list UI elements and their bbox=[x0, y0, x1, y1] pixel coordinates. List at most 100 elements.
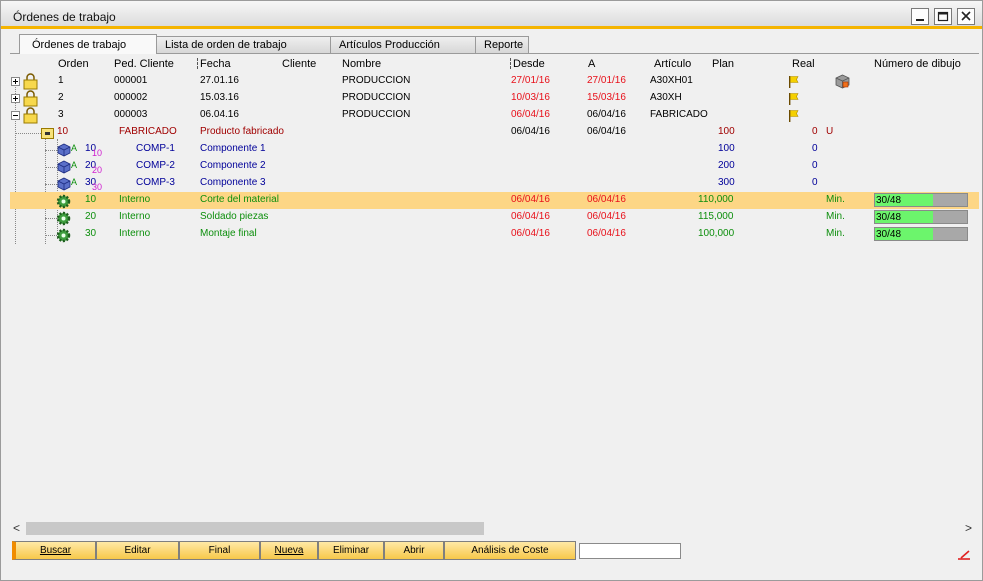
cell-plan: 100 bbox=[718, 126, 735, 137]
tab-strip: Órdenes de trabajo Lista de orden de tra… bbox=[19, 34, 979, 54]
cell-code: COMP-3 bbox=[136, 177, 175, 188]
box-icon bbox=[835, 74, 850, 89]
cell-desde: 06/04/16 bbox=[511, 194, 550, 205]
buscar-button[interactable]: Buscar bbox=[12, 541, 96, 560]
tab-articulos-produccion[interactable]: Artículos Producción bbox=[330, 36, 476, 53]
cell-sub: 20 bbox=[92, 165, 103, 175]
cell-orden: 1 bbox=[58, 75, 64, 86]
cell-real: 0 bbox=[812, 177, 818, 188]
editar-button[interactable]: Editar bbox=[96, 541, 179, 560]
table-row-operation[interactable]: 10 Interno Corte del material 06/04/16 0… bbox=[10, 192, 979, 209]
cell-articulo: A30XH bbox=[650, 92, 682, 103]
abrir-button[interactable]: Abrir bbox=[384, 541, 444, 560]
horizontal-scrollbar[interactable]: < > bbox=[10, 520, 979, 537]
table-row-component[interactable]: A 20 20 COMP-2 Componente 2 200 0 bbox=[10, 158, 979, 175]
table-row-component[interactable]: A 10 10 COMP-1 Componente 1 100 0 bbox=[10, 141, 979, 158]
eliminar-button[interactable]: Eliminar bbox=[318, 541, 384, 560]
flag-icon bbox=[789, 93, 799, 105]
close-icon bbox=[961, 11, 971, 21]
gear-icon bbox=[56, 211, 71, 226]
col-header-fecha[interactable]: Fecha bbox=[200, 58, 231, 70]
scroll-left-icon[interactable]: < bbox=[13, 521, 20, 535]
cube-icon bbox=[57, 143, 71, 157]
cell-unit: Min. bbox=[826, 228, 845, 239]
progress-text: 30/48 bbox=[876, 212, 902, 223]
table-row-order-3[interactable]: 3 000003 06.04.16 PRODUCCION 06/04/16 06… bbox=[10, 107, 979, 124]
col-header-desde[interactable]: Desde bbox=[513, 58, 545, 70]
tab-ordenes-de-trabajo[interactable]: Órdenes de trabajo bbox=[19, 34, 157, 54]
table-row-order-1[interactable]: 1 000001 27.01.16 PRODUCCION 27/01/16 27… bbox=[10, 73, 979, 90]
table-row-component[interactable]: A 30 30 COMP-3 Componente 3 300 0 bbox=[10, 175, 979, 192]
scrollbar-thumb[interactable] bbox=[26, 522, 484, 535]
progress-text: 30/48 bbox=[876, 229, 902, 240]
expand-icon[interactable] bbox=[11, 94, 20, 103]
cell-nombre: PRODUCCION bbox=[342, 109, 411, 120]
col-header-ped-cliente[interactable]: Ped. Cliente bbox=[114, 58, 174, 70]
cell-desde: 10/03/16 bbox=[511, 92, 550, 103]
cell-real: 0 bbox=[812, 143, 818, 154]
lock-icon bbox=[23, 107, 38, 124]
cell-ped-cliente: 000001 bbox=[114, 75, 148, 86]
col-header-numero-dibujo[interactable]: Número de dibujo bbox=[874, 58, 961, 70]
col-header-orden[interactable]: Orden bbox=[58, 58, 89, 70]
table-row-operation[interactable]: 30 Interno Montaje final 06/04/16 06/04/… bbox=[10, 226, 979, 243]
cube-icon bbox=[57, 160, 71, 174]
collapse-icon[interactable] bbox=[11, 111, 20, 120]
cell-orden: 2 bbox=[58, 92, 64, 103]
expand-icon[interactable] bbox=[11, 77, 20, 86]
col-header-articulo[interactable]: Artículo bbox=[654, 58, 691, 70]
folder-icon bbox=[41, 128, 54, 139]
tab-label: Artículos Producción bbox=[339, 39, 440, 51]
maximize-button[interactable] bbox=[934, 8, 952, 25]
cell-name: Soldado piezas bbox=[200, 211, 269, 222]
progress-bar: 30/48 bbox=[874, 210, 968, 224]
progress-bar: 30/48 bbox=[874, 227, 968, 241]
cell-flag: A bbox=[71, 177, 78, 187]
cell-code: COMP-1 bbox=[136, 143, 175, 154]
cell-articulo: FABRICADO bbox=[650, 109, 708, 120]
cell-nombre: PRODUCCION bbox=[342, 75, 411, 86]
maximize-icon bbox=[937, 11, 949, 22]
cell-a: 15/03/16 bbox=[587, 92, 626, 103]
column-divider bbox=[197, 58, 198, 69]
quick-input[interactable] bbox=[579, 543, 681, 559]
col-header-plan[interactable]: Plan bbox=[712, 58, 734, 70]
nueva-button[interactable]: Nueva bbox=[260, 541, 318, 560]
lock-icon bbox=[23, 90, 38, 107]
lock-icon bbox=[23, 73, 38, 90]
minimize-button[interactable] bbox=[911, 8, 929, 25]
cell-desde: 06/04/16 bbox=[511, 211, 550, 222]
progress-bar: 30/48 bbox=[874, 193, 968, 207]
col-header-a[interactable]: A bbox=[588, 58, 595, 70]
gear-icon bbox=[56, 228, 71, 243]
cell-flag: A bbox=[71, 160, 78, 170]
col-header-cliente[interactable]: Cliente bbox=[282, 58, 316, 70]
minimize-icon bbox=[916, 19, 924, 21]
close-button[interactable] bbox=[957, 8, 975, 25]
cell-type: Interno bbox=[119, 228, 151, 239]
cell-fecha: 15.03.16 bbox=[200, 92, 239, 103]
analisis-de-coste-button[interactable]: Análisis de Coste bbox=[444, 541, 576, 560]
cell-unit: U bbox=[826, 126, 834, 137]
button-label: Editar bbox=[124, 545, 151, 556]
button-label: Análisis de Coste bbox=[471, 545, 549, 556]
cell-code: COMP-2 bbox=[136, 160, 175, 171]
cell-plan: 100 bbox=[718, 143, 735, 154]
tab-lista-orden-trabajo[interactable]: Lista de orden de trabajo bbox=[156, 36, 331, 53]
cell-unit: Min. bbox=[826, 194, 845, 205]
cell-product-code: FABRICADO bbox=[119, 126, 177, 137]
flag-icon bbox=[789, 76, 799, 88]
cell-real: 0 bbox=[812, 160, 818, 171]
table-row-order-2[interactable]: 2 000002 15.03.16 PRODUCCION 10/03/16 15… bbox=[10, 90, 979, 107]
tab-reporte[interactable]: Reporte bbox=[475, 36, 529, 53]
cell-unit: Min. bbox=[826, 211, 845, 222]
cell-ped-cliente: 000002 bbox=[114, 92, 148, 103]
table-row-operation[interactable]: 20 Interno Soldado piezas 06/04/16 06/04… bbox=[10, 209, 979, 226]
cell-articulo: A30XH01 bbox=[650, 75, 693, 86]
col-header-real[interactable]: Real bbox=[792, 58, 815, 70]
scroll-right-icon[interactable]: > bbox=[965, 521, 972, 535]
table-row-product[interactable]: 10 FABRICADO Producto fabricado 06/04/16… bbox=[10, 124, 979, 141]
cell-sub: 30 bbox=[92, 182, 103, 192]
final-button[interactable]: Final bbox=[179, 541, 260, 560]
col-header-nombre[interactable]: Nombre bbox=[342, 58, 381, 70]
